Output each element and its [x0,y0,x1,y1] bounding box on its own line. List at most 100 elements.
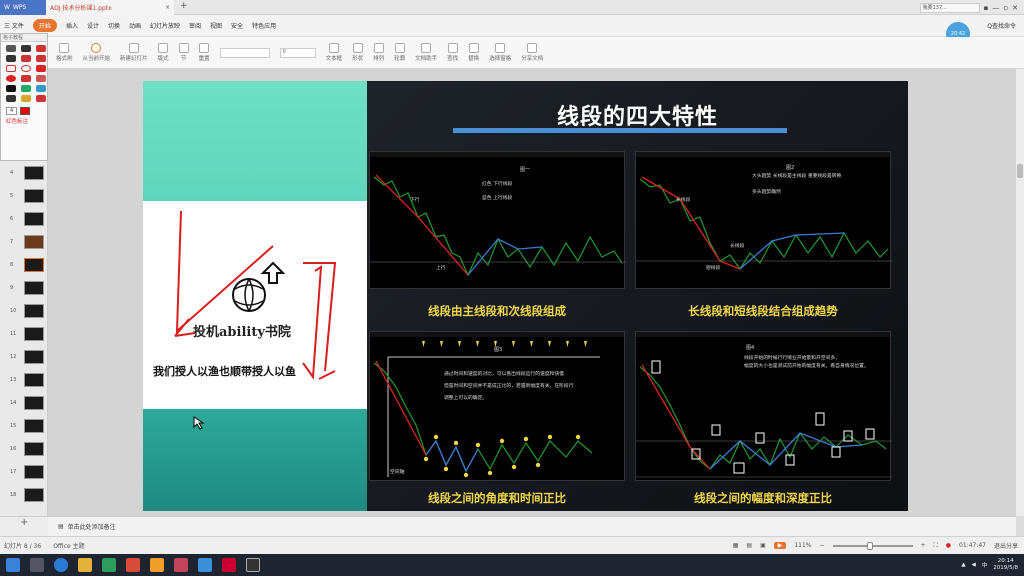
section-button[interactable]: 节 [178,43,189,62]
font-size-select[interactable]: 0 [279,47,316,58]
share-doc-button[interactable]: 分享文档 [521,43,543,62]
file-menu[interactable]: 三 文件 [4,21,24,30]
document-tab[interactable]: ADJ 技术分析课1.pptx × [46,0,174,15]
new-slide-button[interactable]: 新建幻灯片 [120,43,148,62]
screen-icon[interactable] [21,85,31,92]
doc-assistant-button[interactable]: 文档助手 [415,43,437,62]
calendar-app-icon[interactable] [102,558,116,572]
zoom-icon[interactable] [36,85,46,92]
slide-thumb[interactable]: 15 [0,414,47,437]
slide-thumb[interactable]: 10 [0,299,47,322]
pen-size-select[interactable]: 4 [6,107,18,115]
zoom-slider[interactable] [832,541,913,550]
font-family-select[interactable] [219,47,270,58]
format-painter-button[interactable]: 格式刷 [56,43,73,62]
slide-thumb[interactable]: 18 [0,483,47,506]
text-icon[interactable] [21,75,31,82]
arrow-alt-icon[interactable] [36,55,46,62]
slide-thumb[interactable]: 4 [0,161,47,184]
find-button[interactable]: 查找 [447,43,458,62]
layout-button[interactable]: 版式 [158,43,169,62]
slide-thumb[interactable]: 7 [0,230,47,253]
slide-thumb[interactable]: 13 [0,368,47,391]
qq-icon[interactable] [198,558,212,572]
ime-icon[interactable]: 中 [982,561,988,569]
network-icon[interactable]: ▲ [961,562,965,568]
folder-icon[interactable] [78,558,92,572]
close-window-icon[interactable]: ✕ [1012,4,1018,12]
vertical-scrollbar[interactable] [1016,69,1024,516]
arrange-button[interactable]: 排列 [373,43,384,62]
menu-slideshow[interactable]: 幻灯片放映 [150,21,180,30]
wps-taskbar-icon[interactable] [222,558,236,572]
game-app-icon[interactable] [174,558,188,572]
eraser-icon[interactable] [36,45,46,52]
play-button[interactable]: ▶ [773,542,787,549]
notes-placeholder[interactable]: 单击此处添加备注 [68,522,116,531]
zoom-in-icon[interactable]: + [921,542,926,549]
replace-button[interactable]: 替换 [468,43,479,62]
slide-thumb[interactable]: 16 [0,437,47,460]
wps-home-tab[interactable]: W WPS [0,0,46,15]
save-icon[interactable] [6,95,16,102]
folder-icon[interactable] [21,95,31,102]
selection-pane-button[interactable]: 选择窗格 [489,43,511,62]
shape-button[interactable]: 形状 [352,43,363,62]
marker-icon[interactable] [21,45,31,52]
exit-share-button[interactable]: 退出分享 [994,541,1018,550]
menu-special[interactable]: 特色应用 [252,21,276,30]
view-reading-icon[interactable]: ▣ [760,542,766,549]
user-account[interactable]: 我要137... [919,2,980,13]
fill-circle-icon[interactable] [6,75,16,82]
textbox-button[interactable]: 文本框 [326,43,342,62]
settings-icon[interactable] [36,95,46,102]
slide-thumb[interactable]: 9 [0,276,47,299]
highlight-icon[interactable] [36,75,46,82]
fill-rect-icon[interactable] [36,65,46,72]
fit-icon[interactable]: ⛶ [934,542,938,550]
color-swatch[interactable] [20,107,31,115]
slide-thumb[interactable]: 17 [0,460,47,483]
clock[interactable]: 20:14 2019/5/8 [993,558,1018,572]
volume-icon[interactable]: ◀ [972,562,976,568]
line-icon[interactable] [6,55,16,62]
slide-thumb-selected[interactable]: 8 [0,253,47,276]
close-tab-icon[interactable]: × [165,4,170,11]
menu-home[interactable]: 开始 [32,19,57,32]
slide-thumb[interactable]: 14 [0,391,47,414]
layout-icon[interactable]: ▪ [984,4,989,12]
slide-thumb[interactable]: 12 [0,345,47,368]
reset-button[interactable]: 重置 [199,43,210,62]
add-slide-button[interactable]: + [0,516,48,536]
zoom-out-icon[interactable]: − [820,542,825,549]
chart-app-icon[interactable] [246,558,260,572]
maximize-icon[interactable]: ▫ [1003,4,1008,12]
minimize-icon[interactable]: — [992,4,999,12]
slide-thumb[interactable]: 11 [0,322,47,345]
start-icon[interactable] [6,558,20,572]
search-icon[interactable] [30,558,44,572]
menu-security[interactable]: 安全 [231,21,243,30]
search-command[interactable]: Q查找命令 [987,21,1016,30]
zoom-level[interactable]: 111% [794,542,811,549]
notes-bar[interactable]: ▤ 单击此处添加备注 [48,516,1016,536]
menu-animation[interactable]: 动画 [129,21,141,30]
menu-design[interactable]: 设计 [87,21,99,30]
black-bar-icon[interactable] [6,85,16,92]
new-tab-button[interactable]: + [180,1,188,11]
menu-transition[interactable]: 切换 [108,21,120,30]
play-from-current-button[interactable]: 从当前开始 [83,43,110,62]
menu-view[interactable]: 视图 [210,21,222,30]
media-icon[interactable] [126,558,140,572]
ellipse-icon[interactable] [21,65,31,72]
menu-review[interactable]: 审阅 [189,21,201,30]
outline-button[interactable]: 轮廓 [394,43,405,62]
slide-thumb[interactable]: 5 [0,184,47,207]
slide-thumb[interactable]: 6 [0,207,47,230]
arrow-icon[interactable] [21,55,31,62]
pen-icon[interactable] [6,45,16,52]
view-sorter-icon[interactable]: ▤ [746,542,752,549]
chat-app-icon[interactable] [150,558,164,572]
view-normal-icon[interactable]: ▦ [733,542,739,549]
rect-icon[interactable] [6,65,16,72]
